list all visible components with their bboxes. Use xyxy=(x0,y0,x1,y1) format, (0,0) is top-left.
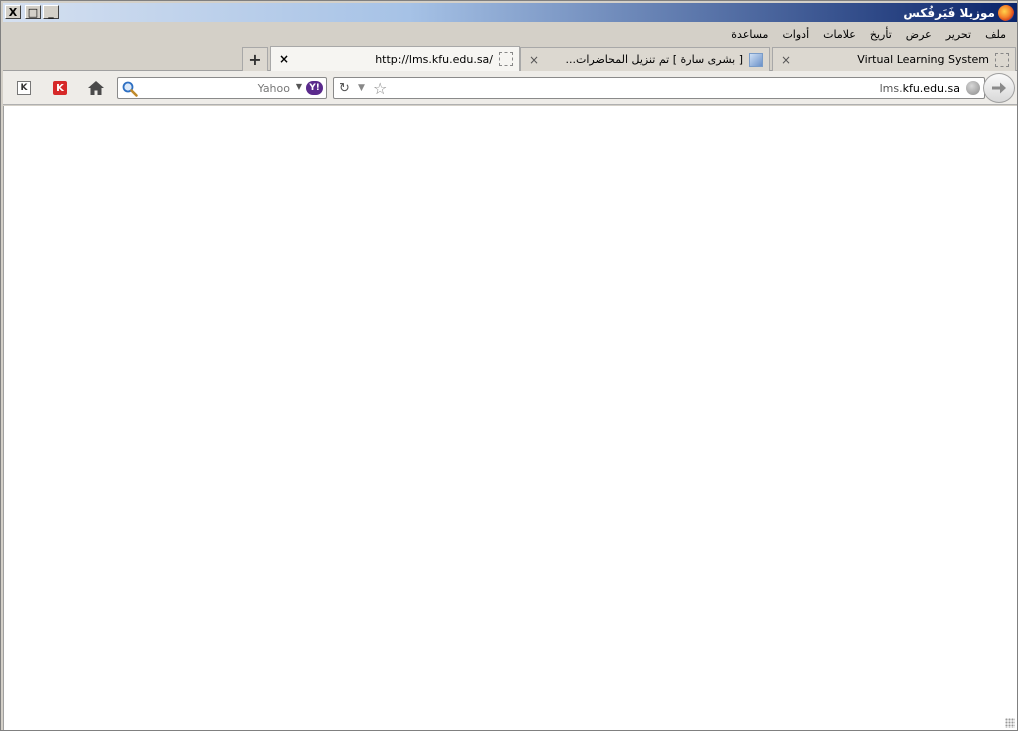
image-icon xyxy=(749,52,763,67)
url-bar[interactable]: ↻ ▼ ☆ lms.kfu.edu.sa xyxy=(333,77,985,99)
kaspersky-button[interactable]: K xyxy=(49,77,71,99)
tab-virtual-learning-system[interactable]: Virtual Learning System × xyxy=(772,47,1016,71)
menu-file[interactable]: ملف xyxy=(978,28,1013,41)
resize-grip-icon[interactable] xyxy=(1005,718,1015,728)
menu-history[interactable]: تأريخ xyxy=(863,28,899,41)
close-button[interactable]: X xyxy=(5,5,21,19)
blank-page-icon xyxy=(995,52,1009,67)
tab-strip: Virtual Learning System × [ بشرى سارة ] … xyxy=(3,45,1017,71)
tab-label: Virtual Learning System xyxy=(857,53,989,66)
kaspersky-icon: K xyxy=(53,81,67,95)
url-prefix: lms. xyxy=(879,82,903,95)
tab-close-icon[interactable]: × xyxy=(527,53,541,67)
search-bar[interactable]: Yahoo ▼ Y! xyxy=(117,77,327,99)
menu-bookmarks[interactable]: علامات xyxy=(816,28,863,41)
tab-label: [ بشرى سارة ] تم تنزيل المحاضرات... xyxy=(565,53,743,66)
bookmark-star-icon[interactable]: ☆ xyxy=(373,79,387,98)
history-dropdown-icon[interactable]: ▼ xyxy=(358,83,365,93)
search-icon[interactable] xyxy=(121,80,139,98)
window-title: موزيلا فَيَرفُكس xyxy=(903,5,995,20)
arrow-right-icon xyxy=(992,82,1006,94)
tab-label: http://lms.kfu.edu.sa/ xyxy=(375,52,493,66)
menu-edit[interactable]: تحرير xyxy=(939,28,978,41)
reload-icon[interactable]: ↻ xyxy=(339,81,350,96)
tab-lms-kfu[interactable]: http://lms.kfu.edu.sa/ × xyxy=(270,46,520,71)
firefox-window: موزيلا فَيَرفُكس X □ _ ملف تحرير عرض تأر… xyxy=(0,0,1018,731)
maximize-button[interactable]: □ xyxy=(25,5,41,19)
menu-tools[interactable]: أدوات xyxy=(775,28,816,41)
tab-close-icon[interactable]: × xyxy=(277,52,291,66)
new-tab-button[interactable]: + xyxy=(242,47,268,71)
home-icon xyxy=(88,81,104,95)
blank-page-icon xyxy=(499,52,513,66)
chevron-down-icon[interactable]: ▼ xyxy=(296,82,302,91)
minimize-button[interactable]: _ xyxy=(43,5,59,19)
go-button[interactable] xyxy=(983,73,1015,103)
url-text[interactable]: lms.kfu.edu.sa xyxy=(880,82,960,95)
k-button[interactable]: K xyxy=(13,77,35,99)
tab-close-icon[interactable]: × xyxy=(779,53,793,67)
firefox-logo-icon xyxy=(998,4,1014,21)
menu-view[interactable]: عرض xyxy=(899,28,939,41)
window-controls: X □ _ xyxy=(5,5,59,19)
page-content[interactable] xyxy=(3,106,1017,730)
search-placeholder: Yahoo xyxy=(257,82,290,95)
title-bar: موزيلا فَيَرفُكس X □ _ xyxy=(3,3,1017,22)
menu-help[interactable]: مساعدة xyxy=(724,28,775,41)
menu-bar: ملف تحرير عرض تأريخ علامات أدوات مساعدة xyxy=(3,23,1017,45)
home-button[interactable] xyxy=(85,77,107,99)
navigation-toolbar: K K Yahoo ▼ Y! ↻ ▼ ☆ lms.kfu.edu.sa xyxy=(3,71,1017,105)
title-group: موزيلا فَيَرفُكس xyxy=(903,3,1017,22)
yahoo-engine-icon[interactable]: Y! xyxy=(306,81,323,95)
globe-icon xyxy=(966,81,980,95)
url-host: kfu.edu.sa xyxy=(902,82,960,95)
k-icon: K xyxy=(17,81,31,95)
tab-lectures-announcement[interactable]: [ بشرى سارة ] تم تنزيل المحاضرات... × xyxy=(520,47,770,71)
